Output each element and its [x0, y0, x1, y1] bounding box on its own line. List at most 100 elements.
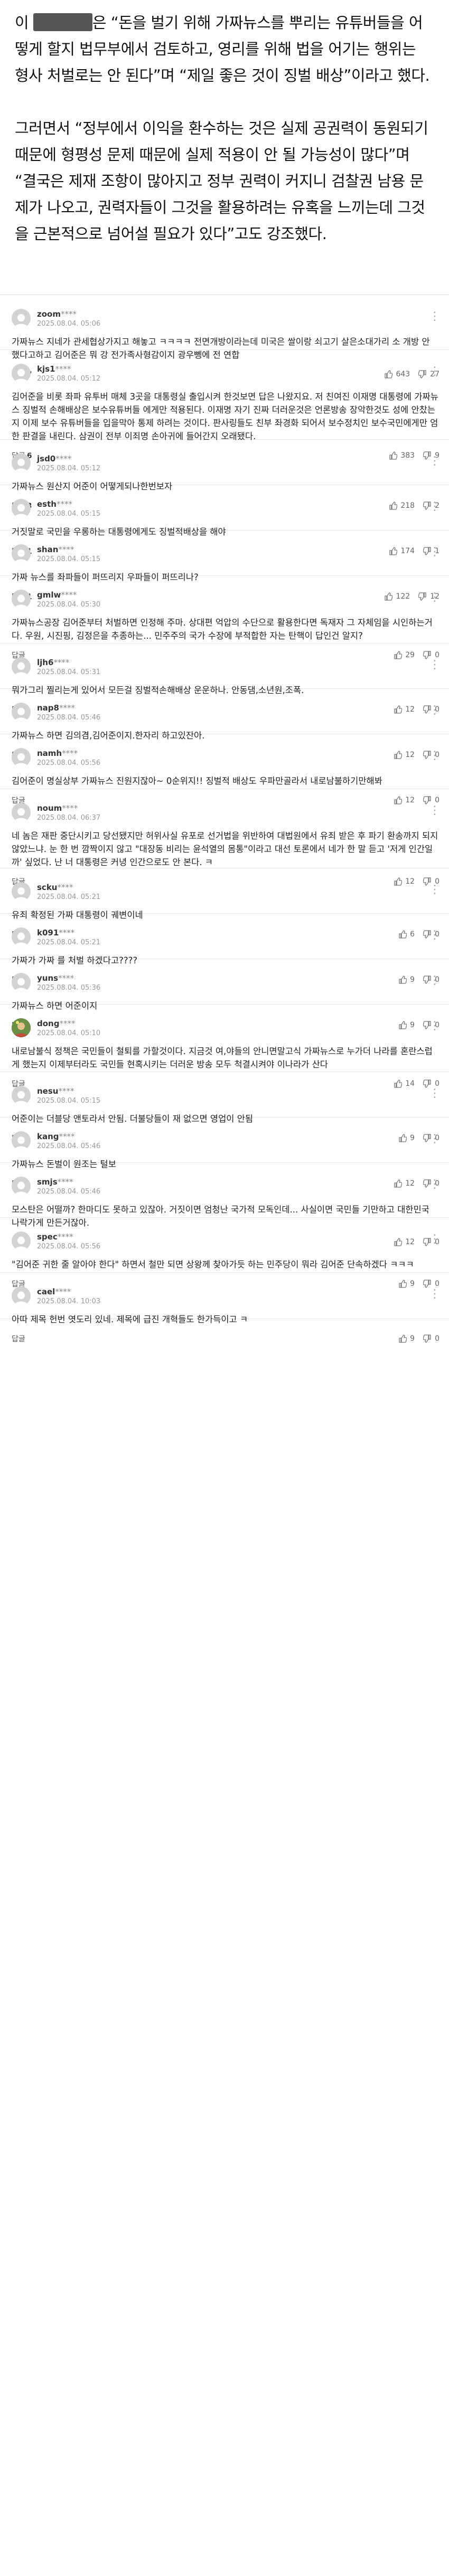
comment-date: 2025.08.04. 05:15	[37, 555, 101, 563]
comment-meta: ljh6**** 2025.08.04. 05:31	[37, 658, 100, 676]
comment-nickname[interactable]: kang****	[37, 1132, 100, 1141]
comment-date: 2025.08.04. 05:31	[37, 668, 101, 676]
more-options-icon[interactable]: ⋮	[429, 1234, 441, 1245]
avatar[interactable]	[12, 927, 31, 946]
reply-button[interactable]: 답글	[12, 1333, 27, 1344]
avatar[interactable]	[12, 1086, 31, 1105]
dislike-button[interactable]: 0	[423, 1334, 439, 1343]
avatar[interactable]	[12, 1232, 31, 1251]
comment-nickname[interactable]: yuns****	[37, 973, 100, 983]
more-options-icon[interactable]: ⋮	[429, 1179, 441, 1190]
avatar[interactable]	[12, 882, 31, 901]
avatar[interactable]	[12, 803, 31, 822]
comment-item: namh**** 2025.08.04. 05:56 ⋮ 김어준이 명실상부 가짜뉴스…	[0, 734, 449, 805]
redacted-name-block	[33, 13, 92, 31]
more-options-icon[interactable]: ⋮	[429, 884, 441, 896]
more-options-icon[interactable]: ⋮	[429, 1133, 441, 1145]
article-text: 이	[15, 14, 33, 32]
avatar[interactable]	[12, 453, 31, 472]
comment-nickname[interactable]: esth****	[37, 499, 100, 509]
comment-nickname[interactable]: gmlw****	[37, 590, 100, 600]
comment-item: noum**** 2025.08.04. 06:37 ⋮ 네 놈은 재판 중단시키고 …	[0, 789, 449, 886]
comment-header: kjs1**** 2025.08.04. 05:12	[12, 364, 439, 383]
comment-meta: zoom**** 2025.08.04. 05:06	[37, 309, 100, 328]
comment-item: yuns****2025.08.04. 05:36⋮가짜뉴스 하면 어준이지답글…	[0, 959, 449, 1030]
nickname-mask: ****	[58, 1086, 74, 1096]
comment-text: 네 놈은 재판 중단시키고 당선됐지만 허위사실 유포로 선거법을 위반하여 대…	[12, 831, 438, 867]
more-options-icon[interactable]: ⋮	[429, 592, 441, 603]
more-options-icon[interactable]: ⋮	[429, 456, 441, 467]
avatar[interactable]	[12, 1177, 31, 1196]
comment-nickname[interactable]: jsd0****	[37, 454, 100, 463]
comment-nickname[interactable]: zoom****	[37, 309, 100, 319]
more-options-icon[interactable]: ⋮	[429, 1088, 441, 1100]
avatar[interactable]	[12, 703, 31, 722]
more-options-icon[interactable]: ⋮	[429, 501, 441, 513]
comment-item: esth**** 2025.08.04. 05:15 ⋮ 거짓말로 국민을 우롱하는 …	[0, 485, 449, 556]
comment-item: zoom**** 2025.08.04. 05:06 ⋮ 가짜뉴스 지네가 관세협상가…	[0, 295, 449, 379]
avatar[interactable]	[12, 1286, 31, 1305]
avatar[interactable]	[12, 1018, 31, 1037]
nickname-text: scku	[37, 882, 58, 892]
comment-nickname[interactable]: namh****	[37, 749, 100, 758]
comment-nickname[interactable]: smjs****	[37, 1177, 100, 1187]
comment-nickname[interactable]: noum****	[37, 803, 100, 813]
comment-nickname[interactable]: k091****	[37, 928, 100, 937]
comment-text: 김어준이 명실상부 가짜뉴스 진원지잖아~ 0순위지!! 징벌적 배상도 우파만…	[12, 776, 382, 786]
comment-nickname[interactable]: kjs1****	[37, 364, 100, 374]
comment-nickname[interactable]: spec****	[37, 1232, 100, 1242]
comment-date: 2025.08.04. 05:15	[37, 509, 101, 518]
comment-nickname[interactable]: nesu****	[37, 1086, 100, 1096]
nickname-mask: ****	[62, 803, 78, 813]
more-options-icon[interactable]: ⋮	[429, 930, 441, 941]
more-options-icon[interactable]: ⋮	[429, 1289, 441, 1300]
avatar[interactable]	[12, 309, 31, 328]
comment-text: 아따 제목 헌번 엿도리 있네. 제목에 급진 개혁들도 한가득이고 ㅋ	[12, 1314, 248, 1324]
comment-date: 2025.08.04. 05:56	[37, 759, 101, 767]
comment-item: spec**** 2025.08.04. 05:56 ⋮ "김어준 귀한 줄 알아야 …	[0, 1218, 449, 1289]
nickname-mask: ****	[62, 748, 78, 758]
more-options-icon[interactable]: ⋮	[429, 546, 441, 558]
comment-nickname[interactable]: dong****	[37, 1019, 100, 1028]
nickname-mask: ****	[55, 1286, 71, 1296]
more-options-icon[interactable]: ⋮	[429, 750, 441, 762]
nickname-text: jsd0	[37, 453, 56, 463]
nickname-mask: ****	[58, 544, 74, 554]
more-options-icon[interactable]: ⋮	[429, 659, 441, 671]
comment-item: k091**** 2025.08.04. 05:21 ⋮ 가짜가 가짜 를 처벌 하겠…	[0, 914, 449, 984]
avatar[interactable]	[12, 1131, 31, 1150]
comment-nickname[interactable]: ljh6****	[37, 658, 100, 667]
comment-nickname[interactable]: nap8****	[37, 703, 100, 713]
more-options-icon[interactable]: ⋮	[429, 1020, 441, 1032]
nickname-mask: ****	[56, 499, 72, 509]
avatar[interactable]	[12, 748, 31, 767]
avatar[interactable]	[12, 364, 31, 383]
comment-nickname[interactable]: cael****	[37, 1287, 100, 1296]
comment-date: 2025.08.04. 05:06	[37, 319, 101, 328]
comment-text: 내로남불식 정책은 국민들이 철퇴를 가할것이다. 지금것 여,야들의 안니면말…	[12, 1046, 433, 1069]
more-options-icon[interactable]: ⋮	[429, 705, 441, 716]
article-paragraph-1: 이 은 “돈을 벌기 위해 가짜뉴스를 뿌리는 유튜버들을 어떻게 할지 법무부…	[15, 10, 434, 89]
comment-item: kjs1**** 2025.08.04. 05:12 ⋮ 김어준을 비롯 좌파 유투버…	[0, 350, 449, 460]
avatar[interactable]	[12, 590, 31, 609]
comment-meta: cael**** 2025.08.04. 10:03	[37, 1287, 100, 1305]
nickname-mask: ****	[53, 657, 70, 667]
avatar[interactable]	[12, 657, 31, 676]
comment-text: "김어준 귀한 줄 알아야 한다" 하면서 철만 되면 상왕께 찾아가듯 하는 …	[12, 1259, 414, 1270]
comment-meta: dong**** 2025.08.04. 05:10	[37, 1019, 100, 1037]
comment-date: 2025.08.04. 05:36	[37, 983, 101, 992]
nickname-text: esth	[37, 499, 57, 509]
more-options-icon[interactable]: ⋮	[429, 975, 441, 987]
avatar[interactable]	[12, 544, 31, 563]
like-button[interactable]: 9	[398, 1334, 415, 1343]
comment-nickname[interactable]: scku****	[37, 883, 100, 892]
more-options-icon[interactable]: ⋮	[429, 366, 441, 377]
nickname-text: namh	[37, 748, 62, 758]
more-options-icon[interactable]: ⋮	[429, 311, 441, 323]
avatar[interactable]	[12, 499, 31, 518]
avatar[interactable]	[12, 973, 31, 992]
nickname-text: kang	[37, 1131, 59, 1141]
more-options-icon[interactable]: ⋮	[429, 805, 441, 817]
comment-meta: shan**** 2025.08.04. 05:15	[37, 545, 100, 563]
comment-nickname[interactable]: shan****	[37, 545, 100, 554]
